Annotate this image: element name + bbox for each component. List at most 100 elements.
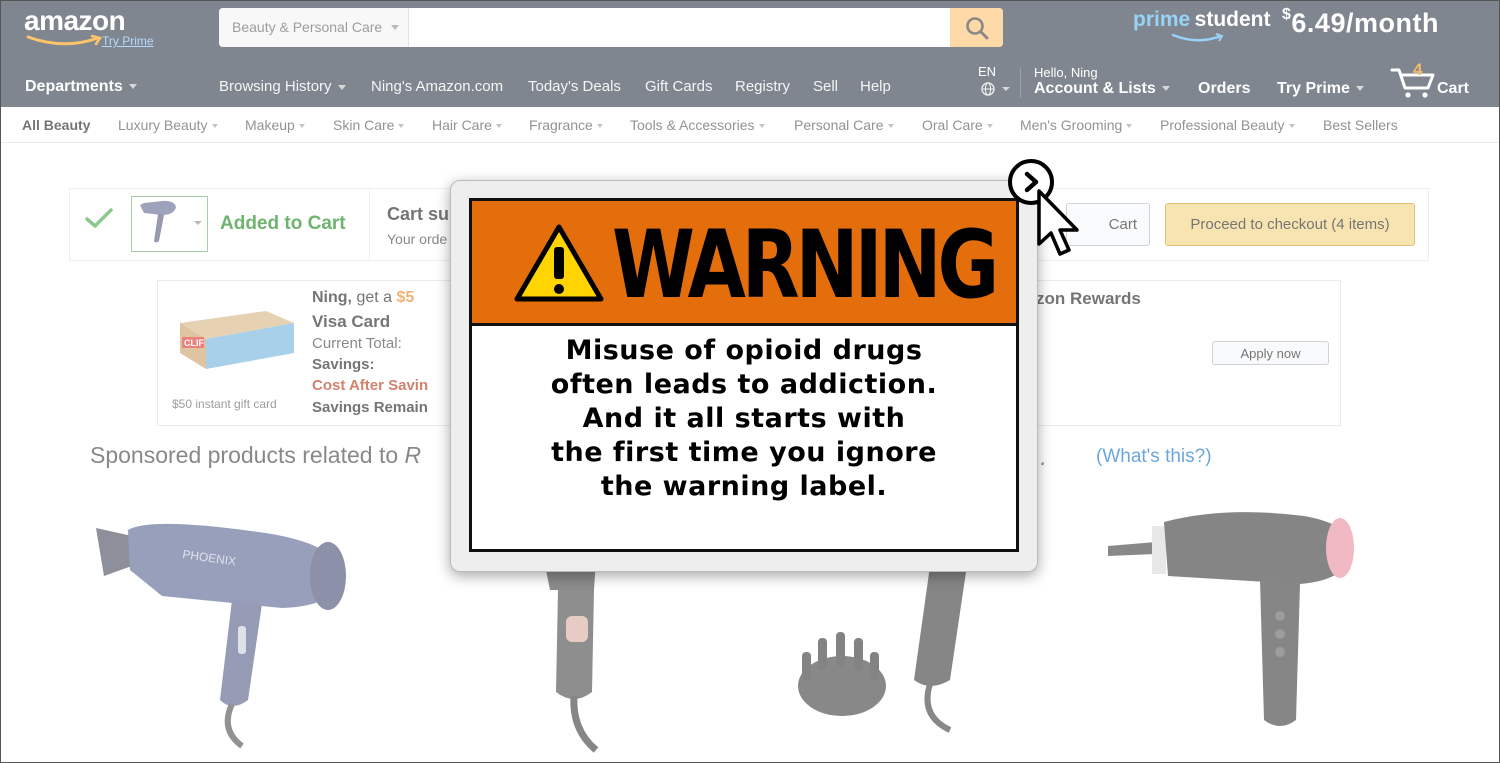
- gift-card-caption: $50 instant gift card: [172, 397, 277, 411]
- price-value: 6.49/month: [1291, 8, 1439, 38]
- search-input[interactable]: [410, 8, 950, 47]
- try-prime-link[interactable]: Try Prime: [102, 34, 154, 48]
- subnav-fragrance[interactable]: Fragrance: [529, 117, 603, 133]
- subnav-hair-care[interactable]: Hair Care: [432, 117, 502, 133]
- try-prime-menu[interactable]: Try Prime: [1277, 80, 1364, 98]
- subnav-luxury-beauty[interactable]: Luxury Beauty: [118, 117, 218, 133]
- warning-message: Misuse of opioid drugs often leads to ad…: [472, 334, 1016, 504]
- cart-link[interactable]: Cart: [1437, 80, 1469, 98]
- subnav-label: Professional Beauty: [1160, 117, 1285, 133]
- chevron-down-icon: [211, 124, 218, 129]
- subnav-all-beauty[interactable]: All Beauty: [22, 117, 90, 133]
- chevron-down-icon: [986, 124, 993, 129]
- account-greeting[interactable]: Hello, Ning: [1034, 65, 1098, 80]
- subnav-oral-care[interactable]: Oral Care: [922, 117, 993, 133]
- proceed-to-checkout-button[interactable]: Proceed to checkout (4 items): [1165, 203, 1415, 246]
- warning-triangle-icon: [514, 224, 604, 302]
- nav-sell[interactable]: Sell: [813, 78, 838, 95]
- departments-menu[interactable]: Departments: [25, 78, 137, 96]
- chevron-down-icon: [596, 124, 603, 129]
- subnav-skin-care[interactable]: Skin Care: [333, 117, 405, 133]
- warning-line: the first time you ignore: [551, 437, 937, 468]
- your-order-text: Your orde: [387, 231, 448, 247]
- prime-student-prime: prime: [1133, 8, 1191, 31]
- promo-get-a: get a: [352, 289, 397, 306]
- logo-wordmark: amazon: [24, 5, 126, 36]
- chevron-down-icon: [1126, 124, 1133, 129]
- product-hair-dryer-2[interactable]: [536, 560, 636, 755]
- apply-now-button[interactable]: Apply now: [1212, 341, 1329, 365]
- globe-icon[interactable]: [981, 81, 1013, 97]
- mouse-cursor-icon: [1037, 189, 1079, 256]
- hair-dryer-thumbnail-icon: [140, 200, 202, 243]
- chevron-down-icon: [398, 124, 405, 129]
- product-hair-dryer-3[interactable]: [780, 560, 990, 745]
- warning-title: WARNING: [612, 211, 999, 320]
- cart-subtotal-label: Cart su: [387, 204, 450, 224]
- product-hair-dryer-1[interactable]: PHOENIX: [92, 500, 352, 755]
- cart-divider: [369, 189, 370, 260]
- search-department-label: Beauty & Personal Care: [232, 19, 383, 35]
- logo-smile-icon: [26, 34, 103, 46]
- warning-header: WARNING: [472, 201, 1016, 326]
- orders-link[interactable]: Orders: [1198, 80, 1250, 98]
- search-icon: [965, 16, 988, 39]
- promo-headline: Ning, get a $5: [312, 289, 414, 307]
- product-hair-dryer-4[interactable]: [1104, 500, 1364, 755]
- chevron-down-icon: [337, 84, 346, 90]
- subnav-label: Fragrance: [529, 117, 593, 133]
- nav-gift-cards[interactable]: Gift Cards: [645, 78, 713, 95]
- search-bar: Beauty & Personal Care: [219, 8, 1003, 47]
- amazon-logo[interactable]: amazon Try Prime: [24, 5, 154, 49]
- language-selector[interactable]: EN: [978, 64, 996, 79]
- search-button[interactable]: [950, 8, 1003, 47]
- subnav-makeup[interactable]: Makeup: [245, 117, 305, 133]
- subnav-personal-care[interactable]: Personal Care: [794, 117, 894, 133]
- subnav-mens-grooming[interactable]: Men's Grooming: [1020, 117, 1133, 133]
- chevron-down-icon: [1355, 86, 1364, 92]
- promo-savings-remaining: Savings Remain: [312, 399, 428, 416]
- warning-line: Misuse of opioid drugs: [565, 335, 923, 366]
- sponsored-heading: Sponsored products related to R: [90, 442, 421, 469]
- promo-visa-card: Visa Card: [312, 312, 391, 331]
- nav-todays-deals[interactable]: Today's Deals: [528, 78, 621, 95]
- prime-student-student: student: [1194, 8, 1271, 31]
- prime-student-price: $6.49/month: [1282, 6, 1439, 39]
- chevron-down-icon: [128, 84, 137, 90]
- promo-cost-after-savings: Cost After Savin: [312, 377, 429, 394]
- subnav-label: Makeup: [245, 117, 295, 133]
- subnav-label: Oral Care: [922, 117, 983, 133]
- sponsored-heading-italic: R: [404, 442, 422, 468]
- subnav-label: Personal Care: [794, 117, 884, 133]
- clif-bar-box-image: CLIF: [180, 311, 294, 369]
- chevron-down-icon: [495, 124, 502, 129]
- search-department-select[interactable]: Beauty & Personal Care: [219, 8, 409, 47]
- chevron-down-icon: [1161, 86, 1170, 92]
- chevron-down-icon: [887, 124, 894, 129]
- promo-name: Ning,: [312, 289, 352, 306]
- promo-savings: Savings:: [312, 356, 375, 373]
- rewards-title: zon Rewards: [1036, 289, 1141, 308]
- nav-my-amazon[interactable]: Ning's Amazon.com: [371, 78, 503, 95]
- nav-browsing-history[interactable]: Browsing History: [219, 78, 346, 95]
- subnav-best-sellers[interactable]: Best Sellers: [1323, 117, 1398, 133]
- subnav-label: Skin Care: [333, 117, 395, 133]
- subnav-tools-accessories[interactable]: Tools & Accessories: [630, 117, 765, 133]
- departments-label: Departments: [25, 78, 123, 95]
- whats-this-link[interactable]: (What's this?): [1096, 446, 1212, 468]
- clif-label: CLIF: [184, 338, 204, 348]
- prime-student-banner[interactable]: prime student: [1133, 8, 1271, 42]
- subnav-professional-beauty[interactable]: Professional Beauty: [1160, 117, 1295, 133]
- subnav-label: Tools & Accessories: [630, 117, 755, 133]
- nav-registry[interactable]: Registry: [735, 78, 790, 95]
- account-lists-menu[interactable]: Account & Lists: [1034, 80, 1170, 98]
- try-prime-label: Try Prime: [1277, 80, 1350, 97]
- account-lists-label: Account & Lists: [1034, 80, 1156, 97]
- warning-line: the warning label.: [600, 471, 888, 502]
- warning-sign: WARNING Misuse of opioid drugs often lea…: [469, 198, 1019, 552]
- sponsored-heading-text: Sponsored products related to: [90, 442, 405, 468]
- warning-line: And it all starts with: [582, 403, 906, 434]
- prime-smile-icon: [1171, 33, 1224, 42]
- nav-help[interactable]: Help: [860, 78, 891, 95]
- added-product-thumbnail[interactable]: [131, 196, 208, 252]
